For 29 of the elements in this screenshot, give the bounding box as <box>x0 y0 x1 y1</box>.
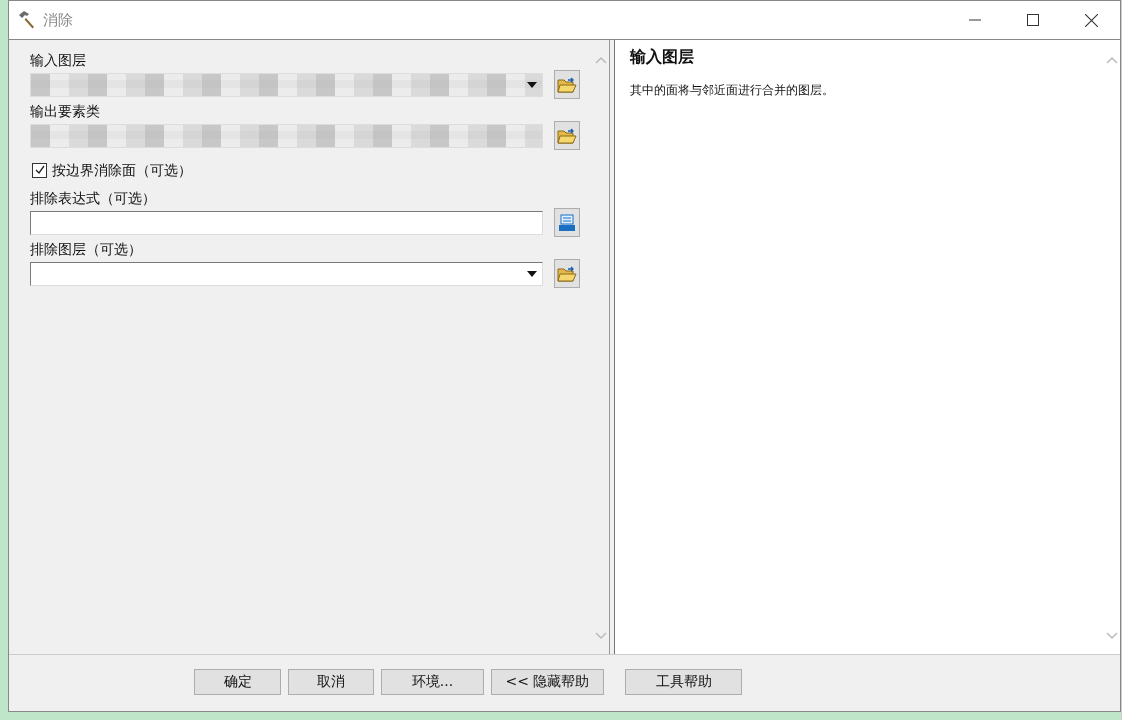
window-title: 消除 <box>43 10 73 30</box>
dropdown-field[interactable] <box>30 261 543 286</box>
browse-button[interactable] <box>554 259 580 288</box>
close-icon[interactable] <box>1085 13 1098 27</box>
checkbox-label: 按边界消除面（可选） <box>52 161 192 180</box>
checkbox[interactable] <box>32 162 47 178</box>
hammer-icon <box>17 10 37 30</box>
dialog-button[interactable]: << 隐藏帮助 <box>491 669 604 695</box>
help-title: 输入图层 <box>630 47 695 68</box>
dialog-button[interactable]: 工具帮助 <box>625 669 742 695</box>
folder-icon[interactable] <box>557 264 577 283</box>
folder-icon[interactable] <box>557 126 577 145</box>
input-field[interactable] <box>30 210 543 235</box>
maximize-icon[interactable] <box>1027 14 1039 26</box>
folder-icon[interactable] <box>557 75 577 94</box>
caret-icon[interactable] <box>527 81 537 88</box>
caret-icon[interactable] <box>527 270 537 277</box>
dialog-button[interactable]: 环境... <box>381 669 484 695</box>
browse-button[interactable] <box>554 121 580 150</box>
help-text: 其中的面将与邻近面进行合并的图层。 <box>630 82 835 99</box>
parameter-label: 排除表达式（可选） <box>30 189 157 208</box>
parameter-label: 排除图层（可选） <box>30 240 143 259</box>
browse-button[interactable] <box>554 70 580 99</box>
dialog-button[interactable]: 取消 <box>288 669 374 695</box>
parameter-label: 输入图层 <box>30 51 87 70</box>
parameter-label: 输出要素类 <box>30 102 101 121</box>
sql-icon[interactable] <box>558 213 576 232</box>
sql-button[interactable] <box>554 208 580 237</box>
dialog-button[interactable]: 确定 <box>194 669 281 695</box>
